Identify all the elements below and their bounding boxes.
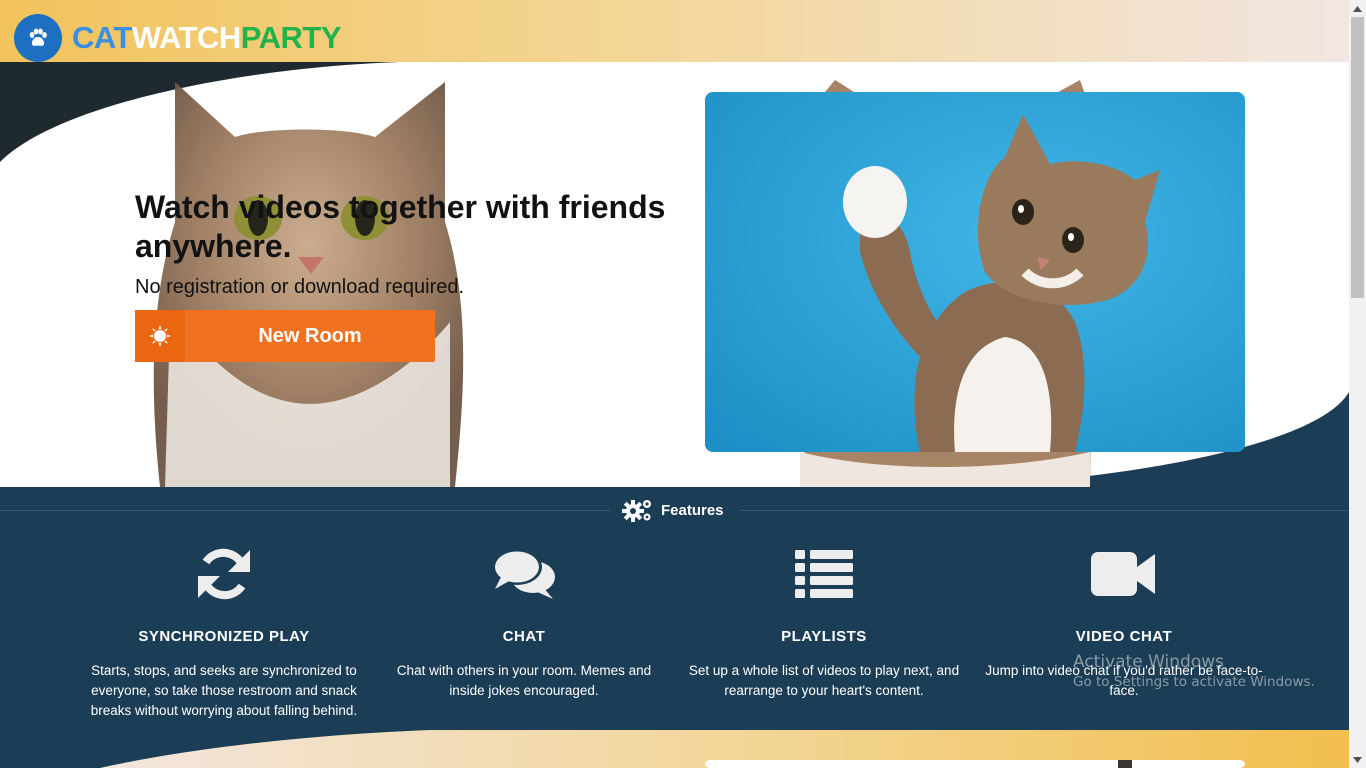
next-section-background [100,730,1349,768]
chat-icon [492,549,555,599]
chevron-up-icon [1353,5,1362,12]
video-camera-icon [1091,552,1155,596]
chevron-down-icon [1353,756,1362,763]
sun-icon [149,325,171,347]
cat-photo-graphic [705,92,1245,452]
hero-subtitle: No registration or download required. [135,276,465,298]
new-room-label: New Room [258,325,362,347]
feature-title: VIDEO CHAT [1075,628,1173,645]
features-heading-label: Features [661,501,724,519]
watermark-line-1: Activate Windows [1073,652,1224,672]
brand-name[interactable]: CATWATCHPARTY [72,20,342,56]
feature-title: CHAT [502,628,546,645]
feature-description: Starts, stops, and seeks are synchronize… [90,663,358,718]
features-divider-left [0,510,610,511]
watermark-line-2: Go to Settings to activate Windows. [1073,674,1315,690]
new-room-icon-box [135,310,185,362]
hero-title: Watch videos together with friends anywh… [135,189,666,264]
features-section: Features SYNCHRONIZED PLAY Starts, stops… [0,487,1349,730]
brand-part-party: PARTY [240,20,342,55]
feature-title: SYNCHRONIZED PLAY [138,628,310,645]
scroll-up-button[interactable] [1349,0,1366,17]
scroll-down-button[interactable] [1349,751,1366,768]
site-header: CATWATCHPARTY [0,0,1349,62]
hero-section: Watch videos together with friends anywh… [0,62,1349,487]
feature-synchronized-play: SYNCHRONIZED PLAY Starts, stops, and see… [79,542,369,721]
vertical-scrollbar[interactable] [1349,0,1366,768]
hero-cat-photo [705,92,1245,452]
list-icon [795,550,853,598]
brand-part-watch: WATCH [131,20,241,55]
new-room-button[interactable]: New Room [135,310,435,362]
feature-description: Chat with others in your room. Memes and… [396,663,652,698]
feature-title: PLAYLISTS [781,628,867,645]
paw-icon [29,28,47,46]
windows-activation-watermark: Activate Windows Go to Settings to activ… [1073,652,1315,690]
brand-part-cat: CAT [72,20,132,55]
gears-icon [622,500,651,522]
feature-description: Set up a whole list of videos to play ne… [688,663,960,698]
page: CATWATCHPARTY Watch videos together with… [0,0,1366,768]
scrollbar-thumb[interactable] [1351,17,1364,298]
features-divider-right [740,510,1349,511]
logo[interactable] [14,14,62,62]
next-section-preview [0,730,1349,768]
features-heading: Features [622,495,724,525]
feature-playlists: PLAYLISTS Set up a whole list of videos … [679,542,969,701]
sync-icon [198,548,250,600]
feature-chat: CHAT Chat with others in your room. Meme… [379,542,669,701]
